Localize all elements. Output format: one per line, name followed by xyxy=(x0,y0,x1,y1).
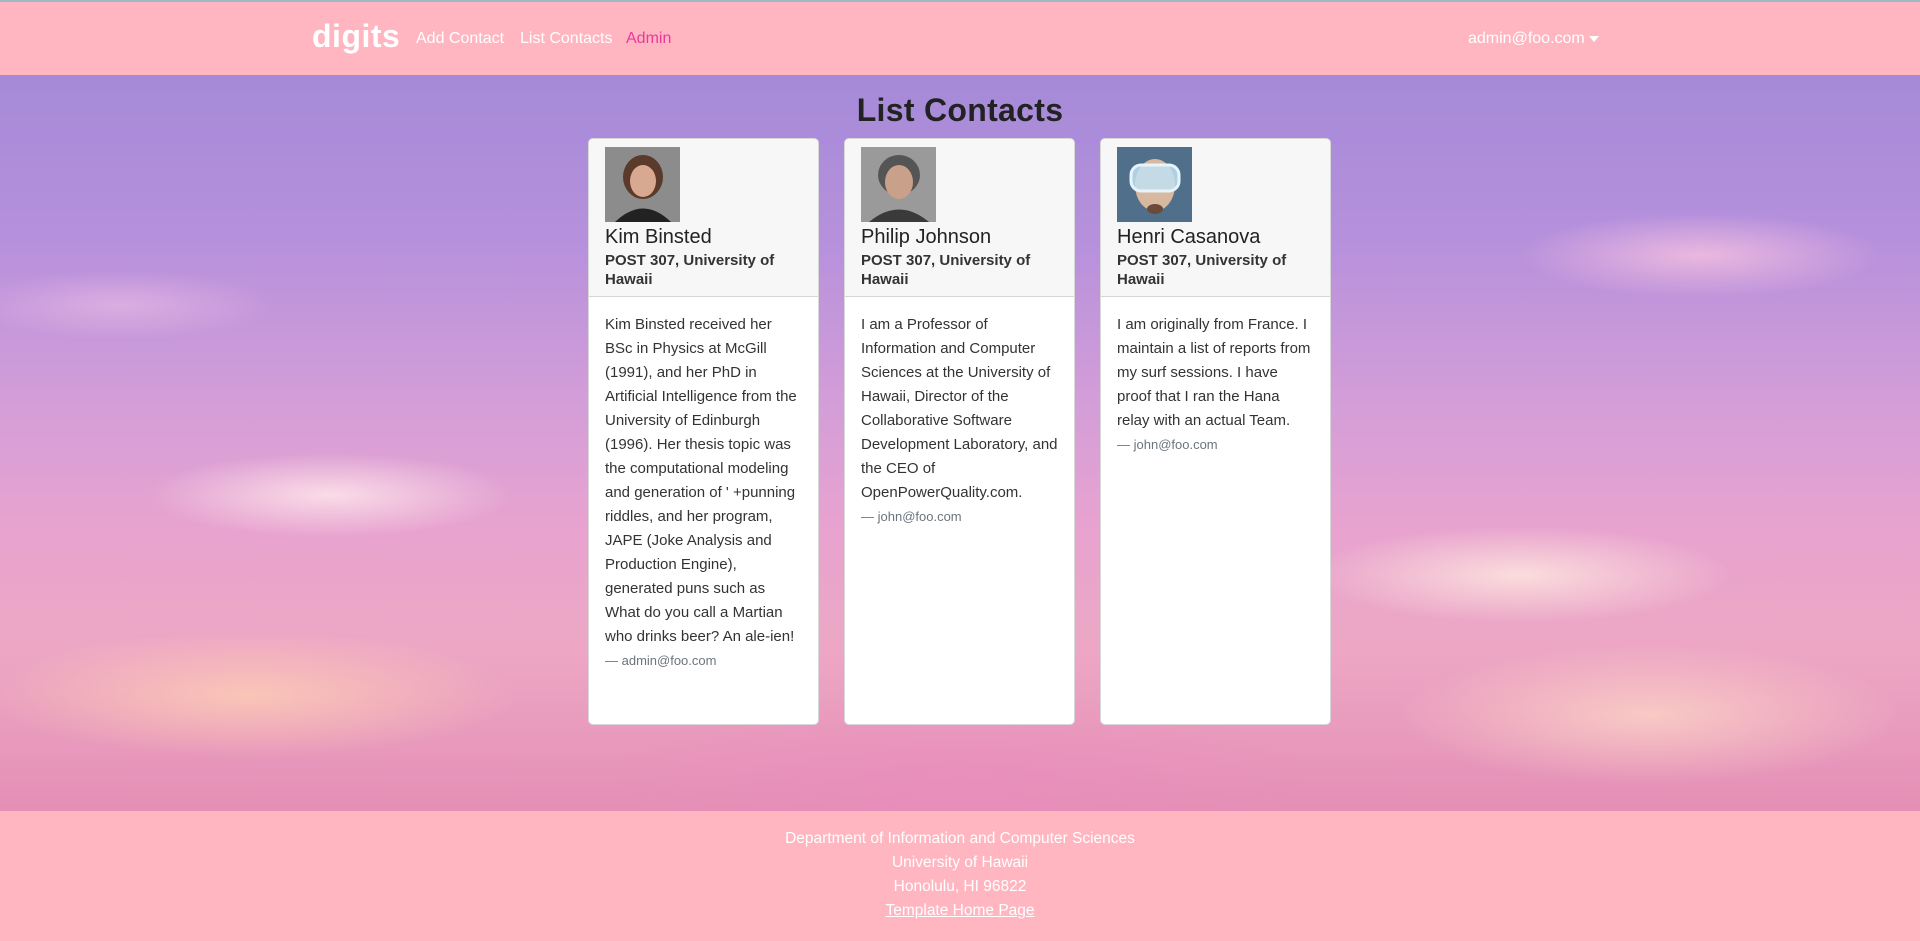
footer-link-row: Template Home Page xyxy=(0,902,1920,920)
user-dropdown[interactable]: admin@foo.com xyxy=(1468,30,1599,48)
contact-description: I am a Professor of Information and Comp… xyxy=(861,316,1058,501)
page-title: List Contacts xyxy=(856,92,1064,128)
card-header: Philip Johnson POST 307, University of H… xyxy=(845,139,1074,297)
contact-card: Henri Casanova POST 307, University of H… xyxy=(1100,138,1331,725)
footer-address: Honolulu, HI 96822 xyxy=(893,878,1027,895)
nav-add-contact[interactable]: Add Contact xyxy=(416,30,504,48)
avatar xyxy=(1117,147,1192,222)
nav-list-contacts[interactable]: List Contacts xyxy=(520,30,612,48)
template-home-link[interactable]: Template Home Page xyxy=(885,902,1034,919)
card-header: Kim Binsted POST 307, University of Hawa… xyxy=(589,139,818,297)
contact-name: Henri Casanova xyxy=(1117,226,1261,248)
avatar xyxy=(605,147,680,222)
contact-description: I am originally from France. I maintain … xyxy=(1117,316,1311,429)
contact-card: Kim Binsted POST 307, University of Hawa… xyxy=(588,138,819,725)
card-body: I am a Professor of Information and Comp… xyxy=(845,297,1074,540)
contact-description: Kim Binsted received her BSc in Physics … xyxy=(605,316,797,645)
footer-department: Department of Information and Computer S… xyxy=(785,830,1135,847)
caret-down-icon xyxy=(1588,35,1599,42)
brand-logo[interactable]: digits xyxy=(312,18,400,55)
card-header: Henri Casanova POST 307, University of H… xyxy=(1101,139,1330,297)
contact-name: Philip Johnson xyxy=(861,226,992,248)
navbar: digits Add Contact List Contacts Admin a… xyxy=(0,2,1920,75)
contact-owner: — john@foo.com xyxy=(861,509,962,524)
contact-address: POST 307, University of Hawaii xyxy=(605,252,775,288)
contact-owner: — john@foo.com xyxy=(1117,437,1218,452)
avatar xyxy=(861,147,936,222)
card-body: I am originally from France. I maintain … xyxy=(1101,297,1330,468)
card-body: Kim Binsted received her BSc in Physics … xyxy=(589,297,818,684)
contact-name: Kim Binsted xyxy=(605,226,712,248)
user-email: admin@foo.com xyxy=(1468,30,1585,47)
footer: Department of Information and Computer S… xyxy=(0,811,1920,941)
contact-address: POST 307, University of Hawaii xyxy=(1117,252,1287,288)
contact-card: Philip Johnson POST 307, University of H… xyxy=(844,138,1075,725)
footer-university: University of Hawaii xyxy=(891,854,1029,871)
contact-owner: — admin@foo.com xyxy=(605,653,717,668)
nav-admin[interactable]: Admin xyxy=(626,30,671,48)
contact-address: POST 307, University of Hawaii xyxy=(861,252,1031,288)
